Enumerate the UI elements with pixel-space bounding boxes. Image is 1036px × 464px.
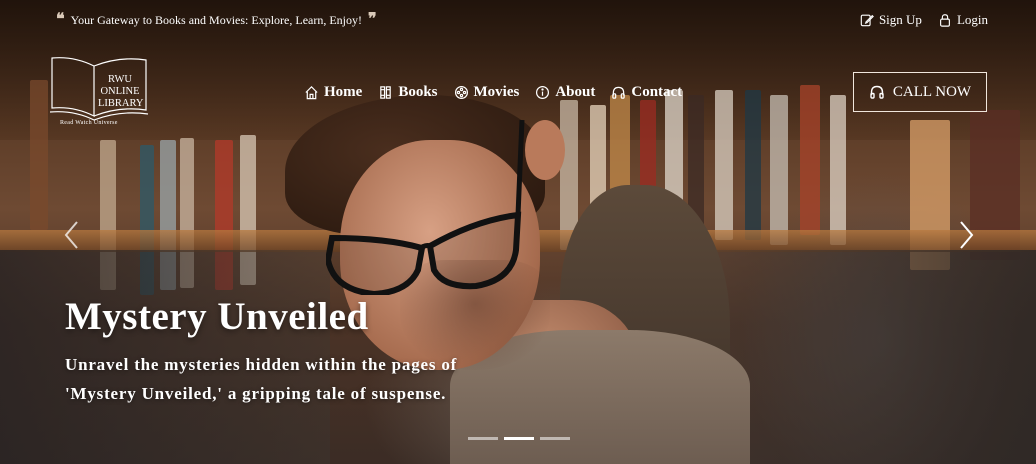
nav-item-home[interactable]: Home: [304, 84, 362, 101]
nav-item-contact[interactable]: Contact: [611, 84, 682, 101]
auth-links: Sign Up Login: [860, 12, 988, 28]
hero-carousel: ❝ Your Gateway to Books and Movies: Expl…: [0, 0, 1036, 464]
glasses-illustration: [326, 120, 525, 295]
logo-line-2: ONLINE: [100, 86, 140, 97]
edit-icon: [860, 14, 874, 27]
call-now-label: CALL NOW: [892, 83, 972, 100]
login-label: Login: [956, 12, 988, 27]
nav-item-books[interactable]: Books: [378, 84, 438, 101]
book-icon: [380, 86, 392, 99]
quote-left-icon: ❝: [56, 11, 65, 28]
top-bar: ❝ Your Gateway to Books and Movies: Expl…: [0, 0, 1036, 40]
info-icon: [536, 85, 550, 100]
login-link[interactable]: Login: [938, 12, 988, 28]
logo-subtitle: Read Watch Universe: [60, 120, 118, 126]
headphones-icon: [612, 86, 626, 99]
carousel-indicator-2[interactable]: [504, 437, 534, 440]
carousel-indicators: [468, 437, 570, 440]
signup-label: Sign Up: [878, 12, 922, 27]
signup-link[interactable]: Sign Up: [860, 12, 922, 28]
main-nav: Home Books Movies About Contact: [304, 84, 682, 101]
slide-title: Mystery Unveiled: [65, 295, 369, 338]
call-now-button[interactable]: CALL NOW: [853, 72, 987, 112]
carousel-indicator-1[interactable]: [468, 437, 498, 440]
nav-label-about: About: [555, 84, 596, 100]
logo-line-3: LIBRARY: [98, 98, 144, 109]
slide-description: Unravel the mysteries hidden within the …: [65, 355, 458, 403]
carousel-indicator-3[interactable]: [540, 437, 570, 440]
carousel-next-icon[interactable]: [954, 220, 978, 250]
quote-right-icon: ❞: [368, 11, 377, 28]
home-icon: [305, 86, 318, 100]
background-shade-right: [700, 250, 1036, 464]
tagline: ❝ Your Gateway to Books and Movies: Expl…: [56, 12, 377, 28]
logo-text: RWU ONLINE LIBRARY: [98, 74, 144, 110]
nav-label-contact: Contact: [631, 84, 683, 100]
tagline-text: Your Gateway to Books and Movies: Explor…: [70, 12, 363, 27]
nav-label-books: Books: [398, 84, 438, 100]
logo-line-1: RWU: [108, 74, 132, 85]
nav-label-home: Home: [324, 84, 363, 100]
site-logo[interactable]: RWU ONLINE LIBRARY Read Watch Universe: [50, 56, 160, 130]
nav-item-movies[interactable]: Movies: [454, 84, 520, 101]
nav-label-movies: Movies: [473, 84, 520, 100]
film-reel-icon: [454, 85, 468, 100]
nav-item-about[interactable]: About: [535, 84, 595, 101]
lock-icon: [939, 14, 950, 27]
carousel-prev-icon[interactable]: [60, 220, 84, 250]
headphones-icon: [870, 85, 884, 99]
